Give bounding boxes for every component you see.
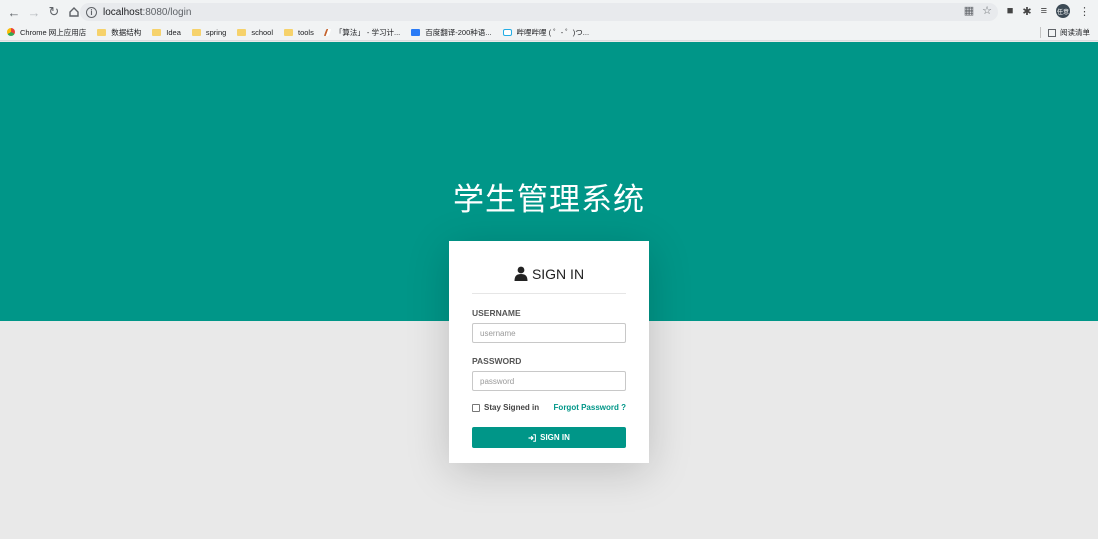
bookmark-item[interactable]: 「算法」 - 学习计... xyxy=(323,27,400,38)
menu-kebab-icon[interactable]: ⋮ xyxy=(1079,5,1090,18)
bookmark-item[interactable]: Chrome 网上应用店 xyxy=(7,27,86,38)
bookmark-folder[interactable]: spring xyxy=(191,28,226,37)
options-row: Stay Signed in Forgot Password ? xyxy=(472,403,626,412)
bookmark-folder[interactable]: Idea xyxy=(152,28,181,37)
algo-icon xyxy=(323,28,332,36)
password-input[interactable] xyxy=(472,371,626,391)
bookmark-folder[interactable]: tools xyxy=(284,28,314,37)
folder-icon xyxy=(191,28,201,36)
sign-in-button[interactable]: SIGN IN xyxy=(472,427,626,448)
username-input[interactable] xyxy=(472,323,626,343)
back-icon[interactable]: ← xyxy=(5,3,23,21)
login-card: SIGN IN USERNAME PASSWORD Stay Signed in… xyxy=(449,241,649,463)
folder-icon xyxy=(97,28,107,36)
url-text: localhost:8080/login xyxy=(103,6,192,18)
media-queue-icon[interactable]: ≡ xyxy=(1041,5,1047,17)
reading-list-button[interactable]: 阅读清单 xyxy=(1040,27,1090,38)
bookmark-item[interactable]: 哔哩哔哩 ( ゜- ゜)つ... xyxy=(502,27,589,38)
checkbox-box[interactable] xyxy=(472,403,480,412)
page-title: 学生管理系统 xyxy=(453,182,645,217)
forward-icon[interactable]: → xyxy=(25,3,43,21)
bookmark-item[interactable]: 百度翻译-200种语... xyxy=(411,27,492,38)
extension-icon[interactable]: ■ xyxy=(1007,5,1014,17)
forgot-password-link[interactable]: Forgot Password ? xyxy=(554,403,626,412)
translate-page-icon[interactable]: ▦ xyxy=(964,4,974,17)
sign-in-label: SIGN IN xyxy=(540,433,570,442)
divider xyxy=(1040,27,1041,38)
bookmark-folder[interactable]: school xyxy=(237,28,273,37)
apps-icon xyxy=(7,28,15,36)
folder-icon xyxy=(284,28,293,36)
login-header: SIGN IN xyxy=(472,263,626,294)
puzzle-icon[interactable]: ✱ xyxy=(1022,5,1031,18)
login-heading: SIGN IN xyxy=(531,265,585,282)
translate-icon xyxy=(411,28,421,36)
bookmark-star-icon[interactable]: ☆ xyxy=(982,4,992,17)
address-bar[interactable]: i localhost:8080/login ▦ ☆ xyxy=(80,3,998,21)
browser-toolbar: ← → ↻ i localhost:8080/login ▦ ☆ ■ ✱ ≡ 任… xyxy=(0,0,1098,24)
folder-icon xyxy=(237,28,247,36)
reading-list-icon xyxy=(1048,28,1056,37)
reload-icon[interactable]: ↻ xyxy=(45,3,63,21)
bookmarks-bar: Chrome 网上应用店 数据结构 Idea spring school too… xyxy=(0,24,1098,41)
bilibili-icon xyxy=(502,28,512,36)
folder-icon xyxy=(152,28,162,36)
site-info-icon[interactable]: i xyxy=(86,6,97,18)
stay-signed-in-checkbox[interactable]: Stay Signed in xyxy=(472,403,539,412)
profile-avatar[interactable]: 任意 xyxy=(1056,4,1070,18)
username-label: USERNAME xyxy=(472,308,521,318)
bookmark-folder[interactable]: 数据结构 xyxy=(97,27,141,38)
stay-signed-in-label: Stay Signed in xyxy=(484,403,540,412)
login-icon xyxy=(528,433,537,442)
user-icon xyxy=(514,266,528,281)
password-label: PASSWORD xyxy=(472,356,522,366)
